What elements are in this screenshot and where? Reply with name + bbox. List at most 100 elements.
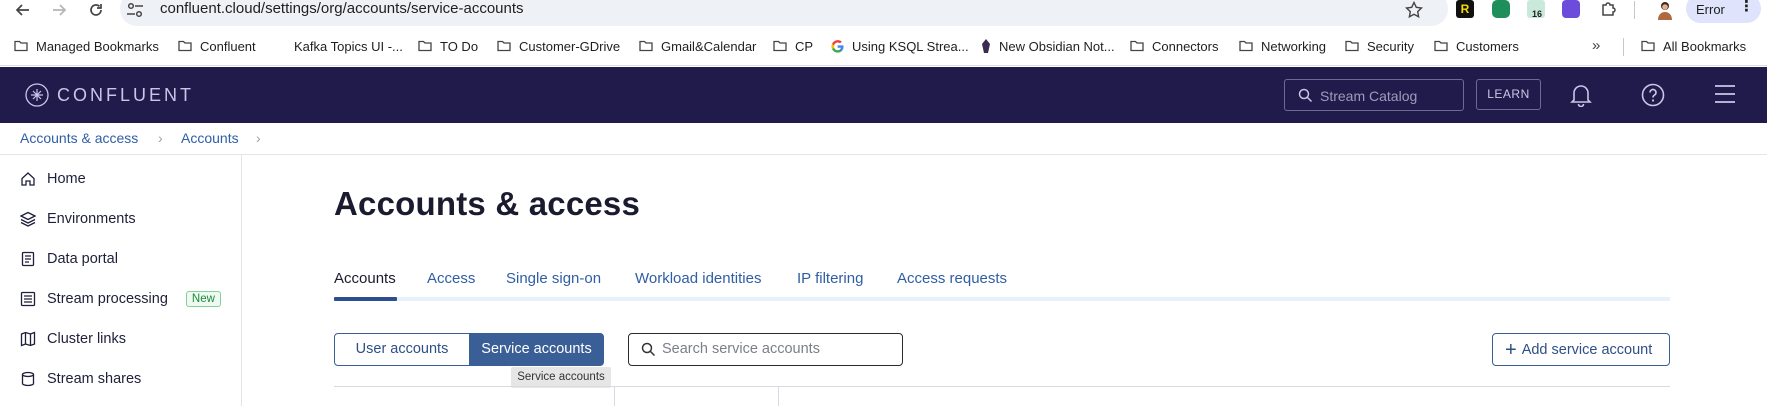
database-icon (21, 371, 35, 387)
service-accounts-tooltip: Service accounts (511, 367, 611, 388)
folder-icon (1345, 40, 1359, 52)
folder-icon (1641, 40, 1655, 52)
table-column-divider (778, 386, 779, 406)
bookmark-item[interactable]: Customers (1434, 37, 1519, 55)
add-service-account-label: Add service account (1521, 341, 1653, 358)
folder-icon (418, 40, 432, 52)
menu-icon[interactable] (1714, 83, 1736, 105)
table-column-divider (614, 386, 615, 406)
address-bar[interactable]: confluent.cloud/settings/org/accounts/se… (120, 0, 1448, 26)
breadcrumb-accounts[interactable]: Accounts (181, 130, 239, 146)
app-header: CONFLUENT Stream Catalog LEARN (0, 67, 1767, 123)
service-accounts-toggle[interactable]: Service accounts (469, 333, 604, 366)
profile-error-button[interactable]: Error ⋮ (1686, 0, 1761, 23)
sidebar: Home Environments Data portal Stream pro… (0, 155, 242, 406)
folder-icon (14, 40, 28, 52)
active-tab-indicator (334, 297, 397, 301)
search-icon (1298, 88, 1313, 103)
new-badge: New (185, 291, 221, 307)
bookmark-item[interactable]: Confluent (178, 37, 256, 55)
brand-name: CONFLUENT (57, 84, 195, 105)
tab-ip-filtering[interactable]: IP filtering (797, 270, 863, 287)
tab-workload-identities[interactable]: Workload identities (635, 270, 761, 287)
stream-catalog-placeholder: Stream Catalog (1320, 88, 1418, 104)
extension-purple-icon[interactable] (1562, 0, 1580, 18)
confluent-logo-icon (25, 83, 49, 107)
obsidian-icon (982, 39, 990, 53)
confluent-logo[interactable]: CONFLUENT (25, 83, 194, 107)
url-text[interactable]: confluent.cloud/settings/org/accounts/se… (160, 0, 524, 18)
sidebar-item-stream-processing[interactable]: Stream processing New (20, 288, 221, 310)
extension-chat-icon[interactable] (1492, 0, 1510, 18)
browser-toolbar: confluent.cloud/settings/org/accounts/se… (0, 0, 1767, 26)
google-icon (831, 39, 844, 53)
bookmark-item[interactable]: New Obsidian Not... (981, 37, 1115, 55)
page-icon (276, 40, 286, 52)
search-icon (641, 342, 656, 357)
sidebar-item-cluster-links[interactable]: Cluster links (20, 328, 126, 350)
sidebar-item-label: Stream shares (47, 371, 142, 387)
bookmark-item[interactable]: CP (773, 37, 813, 55)
error-label: Error (1696, 2, 1725, 17)
reload-button[interactable] (84, 0, 108, 20)
breadcrumb-separator: › (158, 130, 163, 146)
breadcrumb-separator: › (256, 130, 261, 146)
extension-r-icon[interactable]: R (1456, 0, 1474, 18)
sidebar-item-label: Environments (47, 211, 136, 227)
bookmarks-overflow-button[interactable]: » (1592, 37, 1600, 54)
help-icon[interactable] (1641, 83, 1665, 107)
bookmark-item[interactable]: Customer-GDrive (497, 37, 620, 55)
user-accounts-toggle[interactable]: User accounts (334, 333, 470, 366)
list-icon (20, 291, 36, 307)
bookmark-item[interactable]: Kafka Topics UI -... (276, 37, 403, 55)
sidebar-item-data-portal[interactable]: Data portal (20, 248, 118, 270)
sidebar-item-home[interactable]: Home (20, 168, 86, 190)
folder-icon (639, 40, 653, 52)
extension-badge: 16 (1532, 9, 1543, 19)
tab-access-requests[interactable]: Access requests (897, 270, 1007, 287)
folder-icon (178, 40, 192, 52)
sidebar-item-label: Stream processing (47, 291, 168, 307)
all-bookmarks-item[interactable]: All Bookmarks (1641, 37, 1746, 55)
arrow-right-icon (53, 4, 67, 16)
stream-catalog-search[interactable]: Stream Catalog (1284, 79, 1464, 111)
tabs-track (334, 297, 1670, 301)
add-service-account-button[interactable]: + Add service account (1492, 333, 1670, 366)
toolbar-divider (1634, 1, 1635, 19)
bookmark-item[interactable]: Using KSQL Strea... (831, 37, 969, 55)
sidebar-item-stream-shares[interactable]: Stream shares (20, 368, 141, 390)
bookmark-item[interactable]: Managed Bookmarks (14, 37, 159, 55)
bookmark-item[interactable]: TO Do (418, 37, 478, 55)
sidebar-item-label: Home (47, 171, 86, 187)
folder-icon (1434, 40, 1448, 52)
folder-icon (1130, 40, 1144, 52)
layers-icon (20, 211, 36, 227)
tab-accounts[interactable]: Accounts (334, 270, 396, 287)
map-icon (20, 331, 36, 347)
tab-access[interactable]: Access (427, 270, 475, 287)
bookmark-item[interactable]: Security (1345, 37, 1414, 55)
bookmark-item[interactable]: Networking (1239, 37, 1326, 55)
breadcrumb: Accounts & access › Accounts › (0, 123, 1767, 155)
sidebar-item-label: Data portal (47, 251, 118, 267)
bookmark-item[interactable]: Gmail&Calendar (639, 37, 756, 55)
bookmarks-bar: Managed Bookmarks Confluent Kafka Topics… (0, 26, 1767, 66)
bookmark-item[interactable]: Connectors (1130, 37, 1218, 55)
sidebar-item-environments[interactable]: Environments (20, 208, 136, 230)
bell-icon[interactable] (1570, 83, 1592, 107)
site-settings-icon[interactable] (126, 2, 144, 18)
breadcrumb-accounts-access[interactable]: Accounts & access (20, 130, 138, 146)
forward-button[interactable] (47, 0, 71, 20)
back-button[interactable] (11, 0, 35, 20)
sidebar-item-label: Cluster links (47, 331, 126, 347)
extensions-puzzle-icon[interactable] (1600, 0, 1618, 18)
search-input[interactable] (662, 339, 892, 359)
folder-icon (773, 40, 787, 52)
learn-button[interactable]: LEARN (1476, 79, 1541, 110)
tab-single-sign-on[interactable]: Single sign-on (506, 270, 601, 287)
plus-icon: + (1505, 338, 1517, 361)
bookmark-star-icon[interactable] (1405, 1, 1423, 19)
profile-avatar-icon[interactable] (1655, 0, 1675, 20)
arrow-left-icon (15, 4, 29, 16)
service-account-search[interactable] (628, 333, 903, 366)
